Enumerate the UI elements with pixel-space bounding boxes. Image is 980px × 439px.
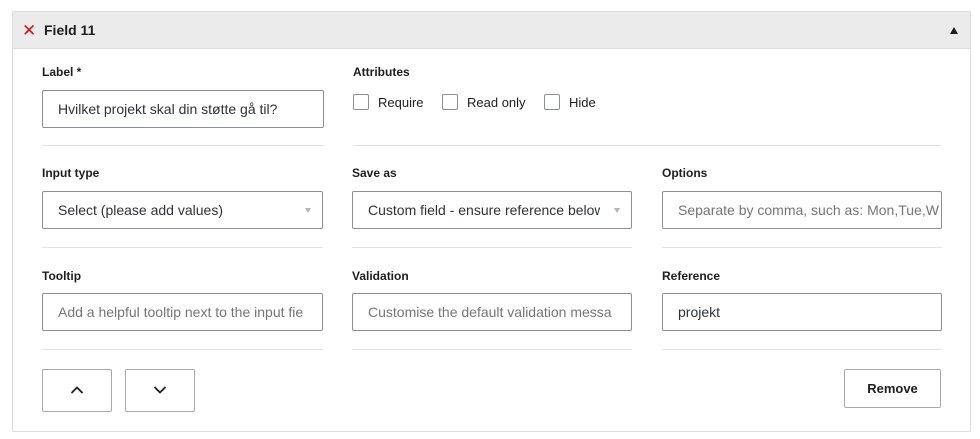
require-checkbox[interactable]: Require (353, 94, 424, 110)
attributes-heading: Attributes (353, 65, 410, 79)
save-as-value: Custom field - ensure reference below (368, 202, 600, 218)
save-as-heading: Save as (352, 166, 397, 180)
divider (42, 145, 324, 146)
checkbox-box[interactable] (442, 94, 458, 110)
chevron-up-icon (70, 386, 84, 394)
divider (662, 349, 942, 350)
divider (352, 349, 632, 350)
tooltip-placeholder: Add a helpful tooltip next to the input … (58, 304, 304, 320)
caret-down-icon (305, 208, 311, 213)
close-icon[interactable]: ✕ (22, 22, 36, 40)
hide-checkbox[interactable]: Hide (544, 94, 596, 110)
input-type-value: Select (please add values) (58, 202, 223, 218)
reference-value: projekt (678, 304, 721, 320)
validation-placeholder: Customise the default validation messa (368, 304, 612, 320)
label-heading: Label * (42, 65, 82, 79)
divider (42, 349, 323, 350)
options-input[interactable]: Separate by comma, such as: Mon,Tue,W (662, 191, 942, 229)
input-type-heading: Input type (42, 166, 100, 180)
tooltip-heading: Tooltip (42, 269, 82, 283)
chevron-down-icon (153, 386, 167, 394)
divider (42, 247, 323, 248)
validation-input[interactable]: Customise the default validation messa (352, 293, 632, 331)
input-type-select[interactable]: Select (please add values) (42, 191, 323, 229)
checkbox-label: Require (378, 94, 424, 110)
read-only-checkbox[interactable]: Read only (442, 94, 526, 110)
divider (662, 247, 942, 248)
caret-up-icon[interactable] (950, 27, 958, 34)
checkbox-box[interactable] (544, 94, 560, 110)
field-panel-header[interactable]: ✕ Field 11 (13, 12, 970, 49)
reference-heading: Reference (662, 269, 721, 283)
divider (353, 145, 941, 146)
reference-input[interactable]: projekt (662, 293, 942, 331)
validation-heading: Validation (352, 269, 409, 283)
remove-button[interactable]: Remove (844, 369, 941, 408)
caret-down-icon (614, 208, 620, 213)
checkbox-label: Read only (467, 94, 526, 110)
divider (352, 247, 632, 248)
checkbox-label: Hide (569, 94, 596, 110)
label-input[interactable]: Hvilket projekt skal din støtte gå til? (42, 90, 324, 128)
options-heading: Options (662, 166, 708, 180)
move-up-button[interactable] (42, 369, 112, 412)
move-down-button[interactable] (125, 369, 195, 412)
checkbox-box[interactable] (353, 94, 369, 110)
tooltip-input[interactable]: Add a helpful tooltip next to the input … (42, 293, 323, 331)
field-title: Field 11 (44, 22, 96, 38)
options-placeholder: Separate by comma, such as: Mon,Tue,W (678, 202, 939, 218)
save-as-select[interactable]: Custom field - ensure reference below (352, 191, 632, 229)
label-input-value: Hvilket projekt skal din støtte gå til? (58, 101, 278, 117)
